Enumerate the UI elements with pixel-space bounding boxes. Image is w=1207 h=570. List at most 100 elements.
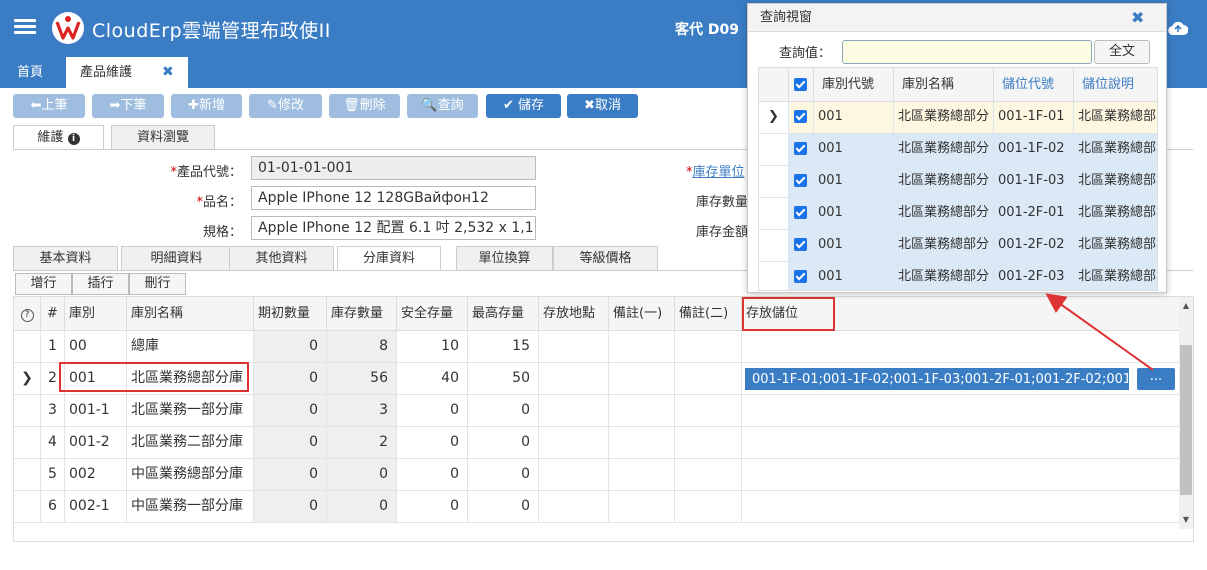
popup-select-all-checkbox[interactable] <box>789 68 814 102</box>
grid-scrollbar[interactable]: ▲ ▼ <box>1179 297 1193 529</box>
col-header-max-stock[interactable]: 最高存量 <box>468 297 539 331</box>
popup-cell-loc[interactable]: 001-1F-03 <box>994 166 1074 198</box>
grid-cell-max[interactable]: 0 <box>468 427 539 459</box>
col-header-safety-stock[interactable]: 安全存量 <box>397 297 468 331</box>
tab-maintain[interactable]: 維護 i <box>13 125 104 150</box>
storage-lookup-button[interactable]: ... <box>1137 368 1175 390</box>
grid-cell-n2[interactable] <box>675 331 742 363</box>
scrollbar-thumb[interactable] <box>1180 345 1192 495</box>
cloud-upload-icon[interactable] <box>1168 20 1188 36</box>
grid-cell-code[interactable]: 001-2 <box>65 427 127 459</box>
col-header-initial-qty[interactable]: 期初數量 <box>254 297 327 331</box>
popup-cell-desc[interactable]: 北區業務總部 <box>1074 166 1157 198</box>
grid-cell-code[interactable]: 002-1 <box>65 491 127 523</box>
tab-product-maintenance[interactable]: 產品維護 ✖ <box>66 57 188 88</box>
grid-cell-n1[interactable] <box>609 363 675 395</box>
product-name-field[interactable]: Apple IPhone 12 128GBайфон12 <box>251 186 536 210</box>
grid-cell-loc[interactable] <box>539 459 609 491</box>
fulltext-button[interactable]: 全文 <box>1094 40 1150 64</box>
tab-home[interactable]: 首頁 <box>3 57 57 88</box>
edit-button[interactable]: ✎修改 <box>249 94 322 118</box>
popup-cell-code[interactable]: 001 <box>814 198 894 230</box>
popup-col-location-code[interactable]: 儲位代號 <box>994 68 1074 102</box>
grid-cell-pos[interactable] <box>742 491 1193 523</box>
grid-cell-n1[interactable] <box>609 427 675 459</box>
popup-cell-name[interactable]: 北區業務總部分 <box>894 262 994 290</box>
popup-cell-desc[interactable]: 北區業務總部 <box>1074 262 1157 290</box>
product-code-field[interactable]: 01-01-01-001 <box>251 156 536 180</box>
row-checkbox[interactable] <box>789 102 814 134</box>
grid-cell-init[interactable]: 0 <box>254 459 327 491</box>
grid-cell-name[interactable]: 北區業務一部分庫 <box>127 395 254 427</box>
popup-cell-code[interactable]: 001 <box>814 262 894 290</box>
row-checkbox[interactable] <box>789 230 814 262</box>
grid-cell-code[interactable]: 001-1 <box>65 395 127 427</box>
help-icon[interactable]: ? <box>14 297 41 331</box>
grid-cell-safety[interactable]: 10 <box>397 331 468 363</box>
grid-cell-code[interactable]: 001 <box>65 363 127 395</box>
prev-button[interactable]: ⬅上筆 <box>13 94 85 118</box>
popup-cell-loc[interactable]: 001-2F-01 <box>994 198 1074 230</box>
grid-cell-safety[interactable]: 40 <box>397 363 468 395</box>
grid-cell-max[interactable]: 15 <box>468 331 539 363</box>
popup-cell-code[interactable]: 001 <box>814 230 894 262</box>
popup-cell-name[interactable]: 北區業務總部分 <box>894 230 994 262</box>
popup-cell-code[interactable]: 001 <box>814 102 894 134</box>
popup-cell-name[interactable]: 北區業務總部分 <box>894 134 994 166</box>
hamburger-menu-icon[interactable] <box>14 16 36 38</box>
grid-cell-max[interactable]: 50 <box>468 363 539 395</box>
storage-position-input[interactable]: 001-1F-01;001-1F-02;001-1F-03;001-2F-01;… <box>745 368 1129 390</box>
popup-cell-name[interactable]: 北區業務總部分 <box>894 102 994 134</box>
close-tab-icon[interactable]: ✖ <box>162 57 174 88</box>
grid-cell-stock[interactable]: 8 <box>327 331 397 363</box>
popup-cell-desc[interactable]: 北區業務總部 <box>1074 230 1157 262</box>
popup-cell-code[interactable]: 001 <box>814 166 894 198</box>
add-button[interactable]: ✚新增 <box>171 94 242 118</box>
grid-cell-stock[interactable]: 3 <box>327 395 397 427</box>
grid-cell-n2[interactable] <box>675 427 742 459</box>
popup-cell-loc[interactable]: 001-2F-02 <box>994 230 1074 262</box>
grid-cell-n2[interactable] <box>675 363 742 395</box>
popup-col-warehouse-name[interactable]: 庫別名稱 <box>894 68 994 102</box>
grid-cell-init[interactable]: 0 <box>254 331 327 363</box>
grid-cell-safety[interactable]: 0 <box>397 459 468 491</box>
spec-field[interactable]: Apple IPhone 12 配置 6.1 吋 2,532 x 1,170 <box>251 216 536 240</box>
delete-button[interactable]: 🗑刪除 <box>329 94 400 118</box>
grid-cell-init[interactable]: 0 <box>254 491 327 523</box>
popup-cell-desc[interactable]: 北區業務總部 <box>1074 102 1157 134</box>
row-checkbox[interactable] <box>789 262 814 290</box>
grid-cell-n1[interactable] <box>609 459 675 491</box>
grid-cell-init[interactable]: 0 <box>254 427 327 459</box>
col-header-storage-position[interactable]: 存放儲位 <box>742 297 1193 331</box>
grid-cell-n1[interactable] <box>609 331 675 363</box>
grid-cell-loc[interactable] <box>539 363 609 395</box>
save-button[interactable]: ✔ 儲存 <box>486 94 561 118</box>
row-checkbox[interactable] <box>789 134 814 166</box>
popup-cell-name[interactable]: 北區業務總部分 <box>894 198 994 230</box>
grid-cell-n2[interactable] <box>675 459 742 491</box>
grid-cell-n2[interactable] <box>675 395 742 427</box>
col-header-stock-qty[interactable]: 庫存數量 <box>327 297 397 331</box>
grid-cell-code[interactable]: 002 <box>65 459 127 491</box>
col-header-location[interactable]: 存放地點 <box>539 297 609 331</box>
grid-cell-safety[interactable]: 0 <box>397 395 468 427</box>
grid-cell-pos[interactable] <box>742 459 1193 491</box>
popup-col-warehouse-code[interactable]: 庫別代號 <box>814 68 894 102</box>
popup-close-icon[interactable]: ✖ <box>1131 8 1144 27</box>
popup-col-location-desc[interactable]: 儲位說明 <box>1074 68 1157 102</box>
popup-cell-code[interactable]: 001 <box>814 134 894 166</box>
popup-cell-name[interactable]: 北區業務總部分 <box>894 166 994 198</box>
grid-cell-n1[interactable] <box>609 491 675 523</box>
tab-browse[interactable]: 資料瀏覽 <box>111 125 215 150</box>
add-row-button[interactable]: 增行 <box>15 273 72 295</box>
grid-cell-loc[interactable] <box>539 331 609 363</box>
grid-cell-pos[interactable] <box>742 331 1193 363</box>
grid-cell-loc[interactable] <box>539 427 609 459</box>
insert-row-button[interactable]: 插行 <box>72 273 129 295</box>
grid-cell-loc[interactable] <box>539 491 609 523</box>
grid-cell-stock[interactable]: 0 <box>327 491 397 523</box>
tab-grade-price[interactable]: 等級價格 <box>553 246 658 270</box>
grid-cell-code[interactable]: 00 <box>65 331 127 363</box>
query-button[interactable]: 🔍查詢 <box>407 94 478 118</box>
grid-cell-stock[interactable]: 56 <box>327 363 397 395</box>
